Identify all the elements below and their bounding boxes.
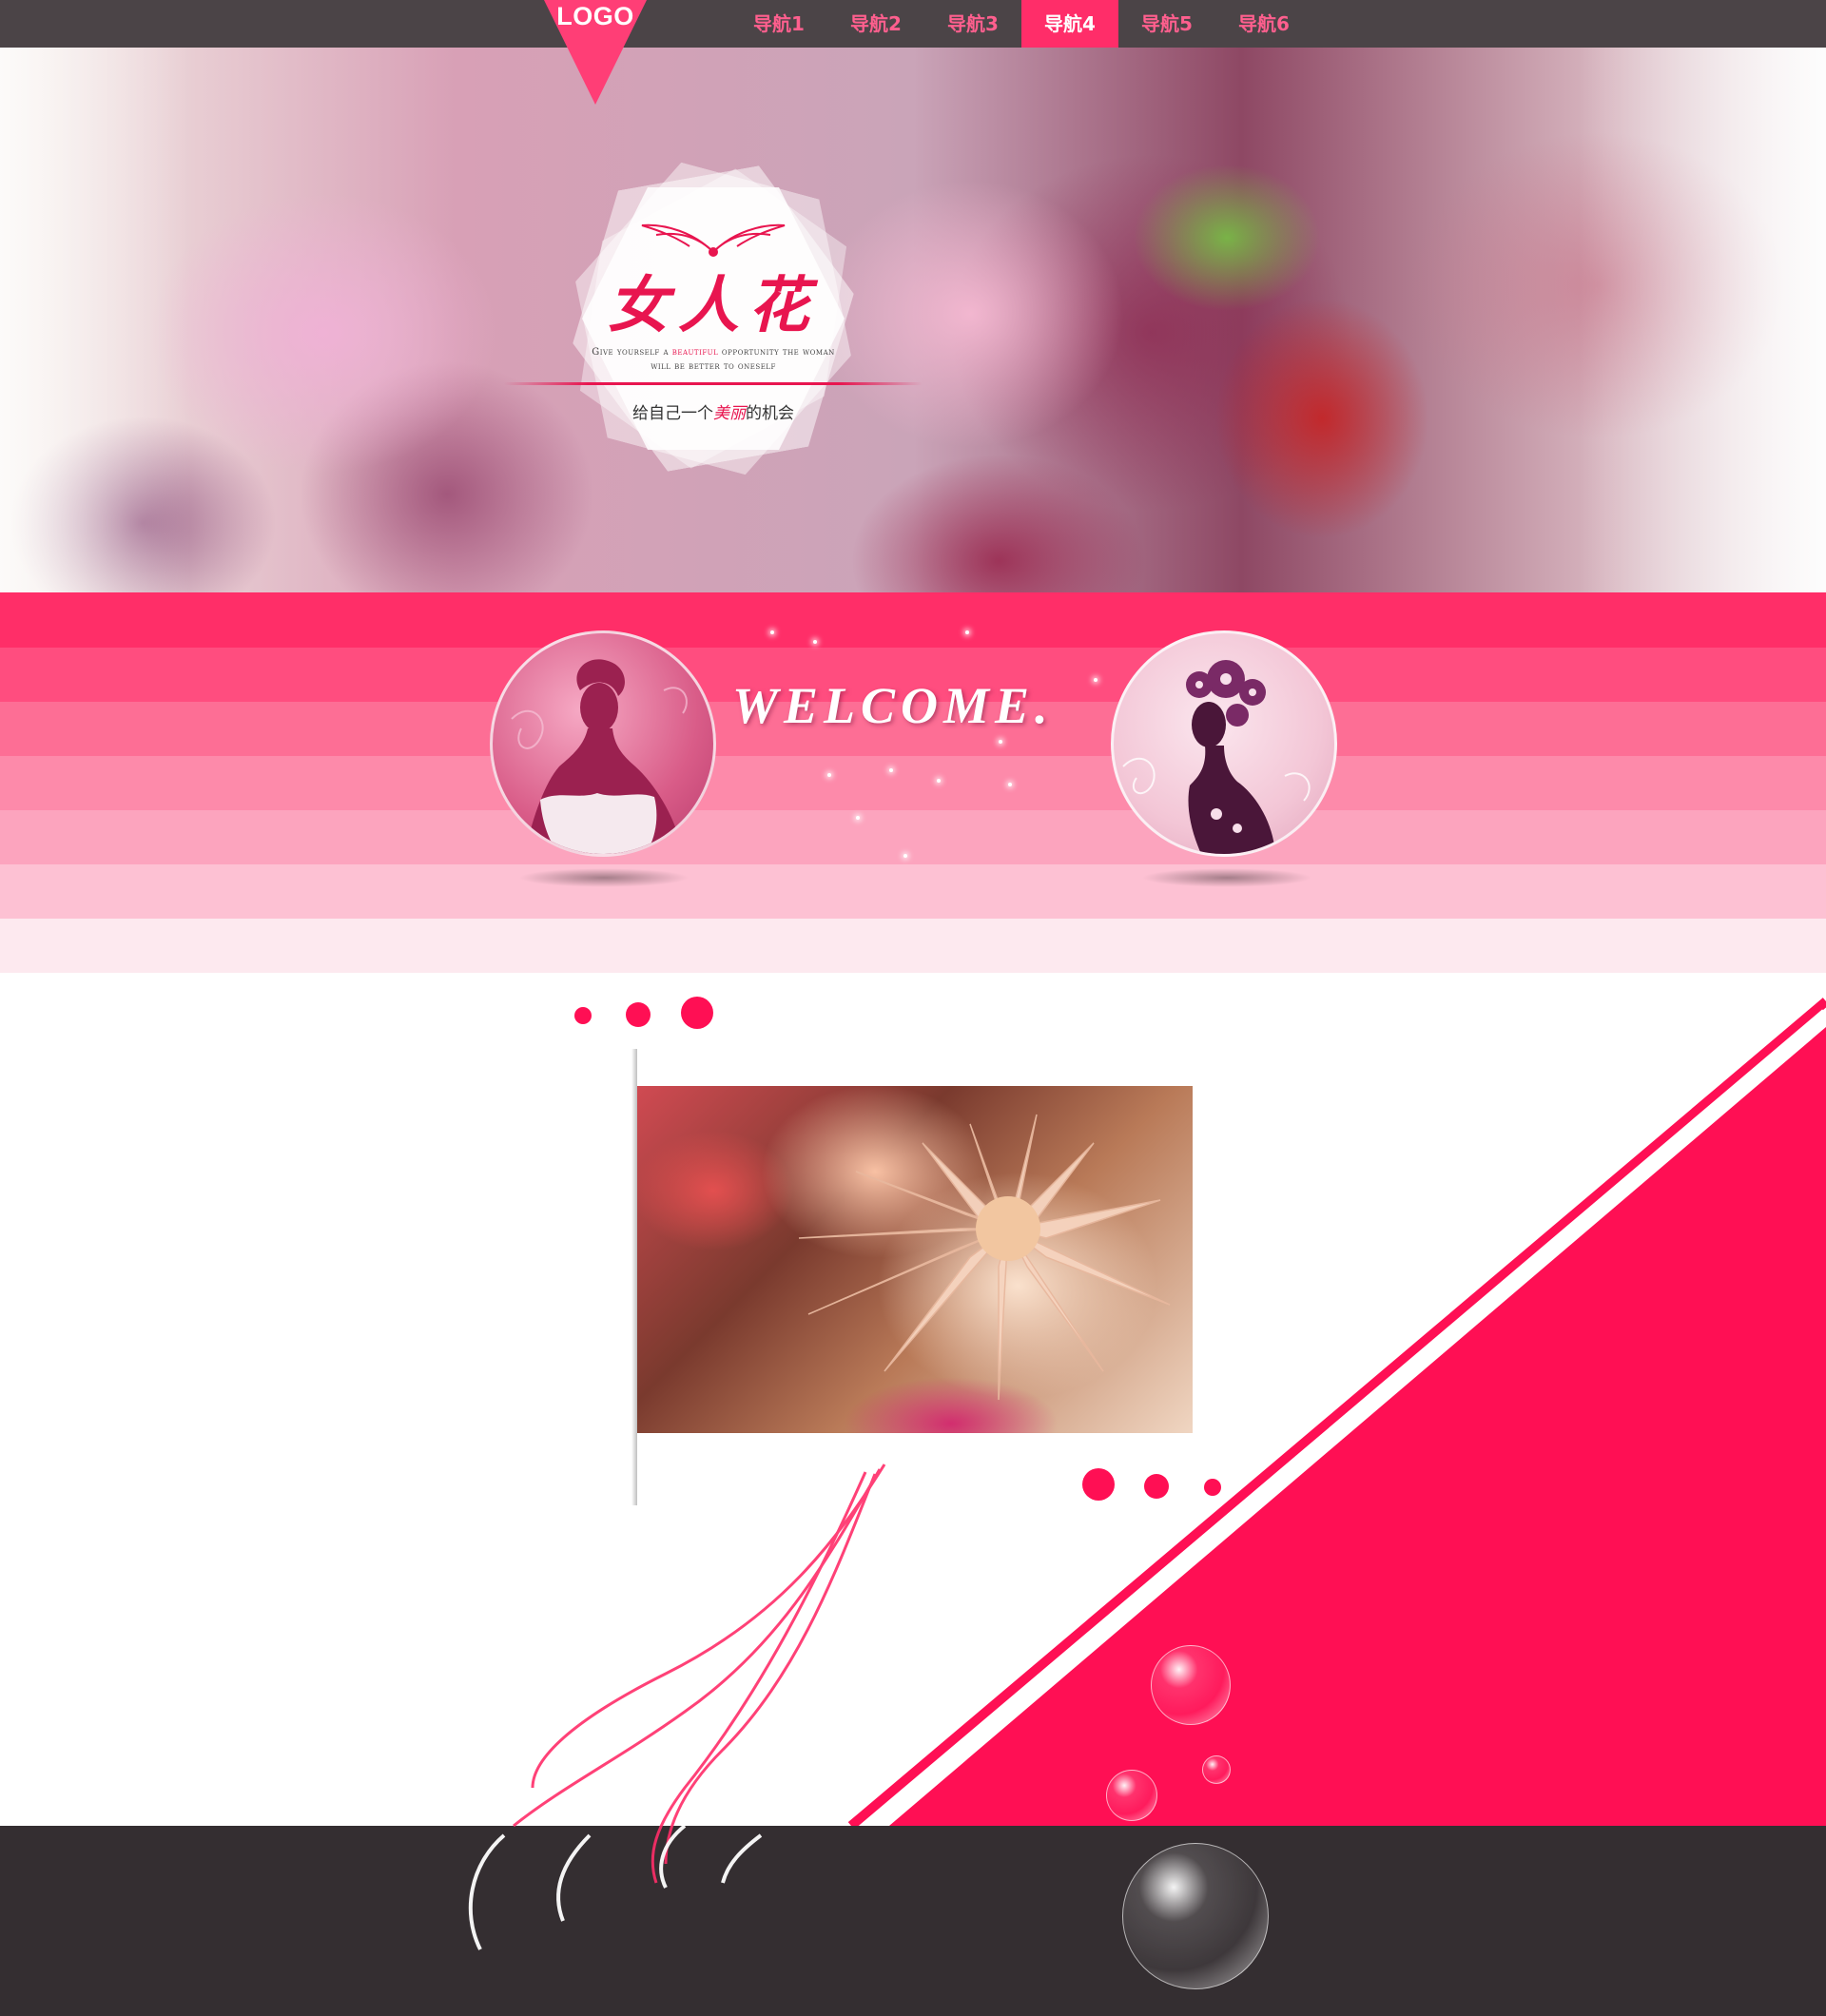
hero-emblem: 女人花 Give yourself a beautiful opportunit… xyxy=(504,138,923,537)
tagline-line2: will be better to oneself xyxy=(651,361,776,372)
bubble xyxy=(1151,1645,1231,1725)
decor-dot xyxy=(1082,1468,1115,1501)
footer-bar xyxy=(0,1826,1826,2016)
top-navigation-bar: LOGO 导航1 导航2 导航3 导航4 导航5 导航6 xyxy=(0,0,1826,105)
sparkle xyxy=(856,816,860,820)
stripe xyxy=(0,592,1826,648)
slogan-highlight: 美丽 xyxy=(713,404,746,423)
nav-item-5[interactable]: 导航5 xyxy=(1118,0,1215,48)
sparkle xyxy=(770,630,774,634)
sparkle xyxy=(999,740,1002,744)
nav-item-4[interactable]: 导航4 xyxy=(1021,0,1118,48)
bubble xyxy=(1122,1843,1269,1989)
decor-dot xyxy=(626,1002,651,1027)
slogan-part: 的机会 xyxy=(746,404,794,423)
sparkle xyxy=(937,779,941,783)
tagline-part: Give yourself a xyxy=(592,347,672,358)
bubble xyxy=(1202,1755,1231,1784)
woman-silhouette-bride-image[interactable] xyxy=(490,630,716,857)
hero-fade-left xyxy=(0,48,190,592)
hero-fade-right xyxy=(1579,48,1826,592)
woman-silhouette-flowers-image[interactable] xyxy=(1111,630,1337,857)
sparkle xyxy=(889,768,893,772)
flower-photo[interactable] xyxy=(637,1086,1193,1433)
sparkle xyxy=(965,630,969,634)
woman-silhouette-icon xyxy=(1122,660,1311,854)
decor-dot xyxy=(681,997,713,1029)
sparkle xyxy=(1094,678,1098,682)
nav-item-2[interactable]: 导航2 xyxy=(827,0,924,48)
woman-silhouette-icon xyxy=(511,659,688,854)
bubble xyxy=(1106,1770,1157,1821)
decor-dot xyxy=(574,1007,592,1024)
tagline: Give yourself a beautiful opportunity th… xyxy=(514,345,913,374)
wings-icon xyxy=(641,223,786,257)
slogan: 给自己一个美丽的机会 xyxy=(514,399,913,423)
nav-item-6[interactable]: 导航6 xyxy=(1215,0,1312,48)
divider-line xyxy=(504,382,923,385)
nav-menu: 导航1 导航2 导航3 导航4 导航5 导航6 xyxy=(730,0,1312,48)
sparkle xyxy=(903,854,907,858)
stripe xyxy=(0,864,1826,920)
main-content xyxy=(0,973,1826,1826)
sparkle xyxy=(813,640,817,644)
slogan-part: 给自己一个 xyxy=(632,404,713,423)
nav-item-3[interactable]: 导航3 xyxy=(924,0,1021,48)
sparkle xyxy=(827,773,831,777)
welcome-heading: WELCOME. xyxy=(732,677,1054,734)
flower-petals-graphic xyxy=(798,1114,1171,1401)
circle-shadow xyxy=(1141,868,1312,887)
stripe xyxy=(0,919,1826,973)
welcome-section: WELCOME. xyxy=(0,592,1826,973)
decor-dot xyxy=(1144,1474,1169,1499)
logo-text[interactable]: LOGO xyxy=(544,2,647,31)
hero-banner: 女人花 Give yourself a beautiful opportunit… xyxy=(0,48,1826,592)
sparkle xyxy=(1008,783,1012,786)
brand-title: 女人花 xyxy=(608,270,819,341)
tagline-part: opportunity the woman xyxy=(718,347,835,358)
circle-shadow xyxy=(518,868,690,887)
stripe xyxy=(0,810,1826,865)
nav-item-1[interactable]: 导航1 xyxy=(730,0,827,48)
decor-dot xyxy=(1204,1479,1221,1496)
tagline-highlight: beautiful xyxy=(671,347,719,358)
stripe xyxy=(0,756,1826,811)
